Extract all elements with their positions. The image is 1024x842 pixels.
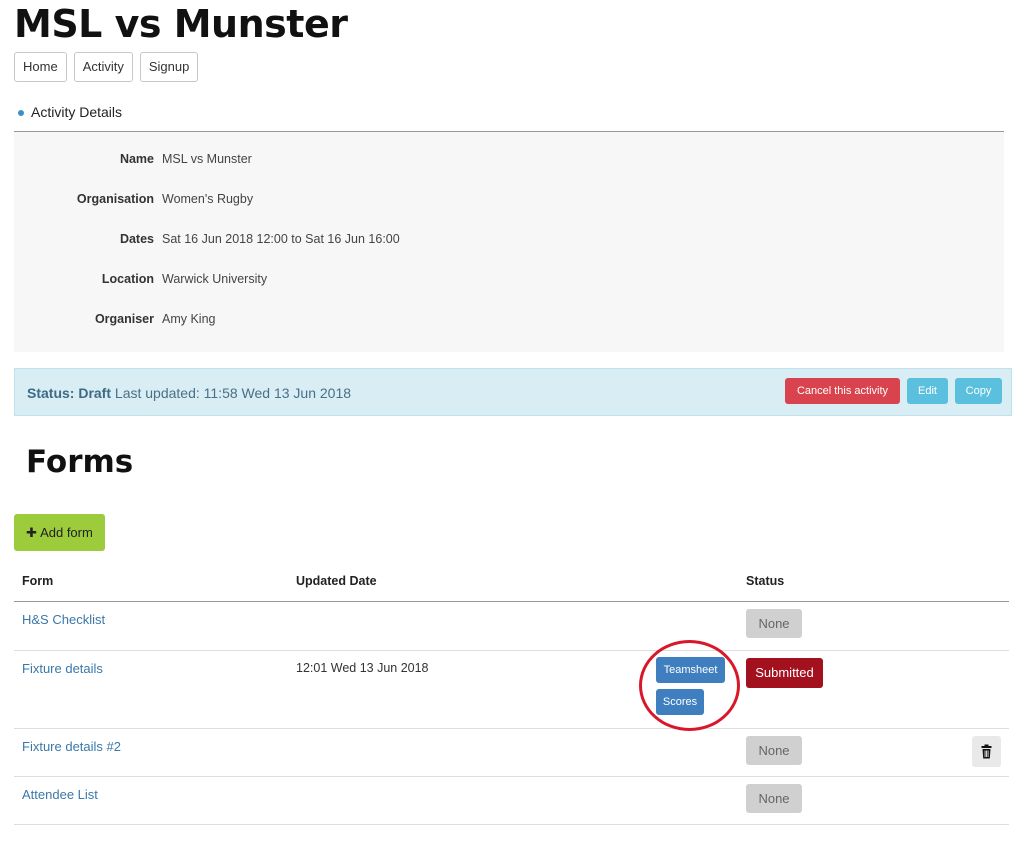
detail-label: Location bbox=[101, 272, 154, 286]
table-row: Fixture details 12:01 Wed 13 Jun 2018 Te… bbox=[14, 651, 1009, 729]
nav-home-button[interactable]: Home bbox=[14, 52, 67, 82]
nav-signup-button[interactable]: Signup bbox=[139, 52, 199, 82]
detail-value: MSL vs Munster bbox=[162, 152, 252, 166]
table-row: Attendee List None bbox=[14, 777, 1009, 825]
bullet-icon bbox=[18, 109, 24, 116]
detail-label: Name bbox=[119, 152, 154, 166]
detail-value: Amy King bbox=[162, 312, 216, 326]
detail-row-organiser: Organiser Amy King bbox=[14, 312, 1004, 332]
teamsheet-button[interactable]: Teamsheet bbox=[656, 657, 725, 683]
detail-row-location: Location Warwick University bbox=[14, 272, 1004, 292]
detail-value: Sat 16 Jun 2018 12:00 to Sat 16 Jun 16:0… bbox=[162, 232, 400, 246]
copy-button[interactable]: Copy bbox=[955, 378, 1002, 404]
status-badge: None bbox=[746, 784, 802, 813]
forms-title: Forms bbox=[26, 444, 134, 480]
status-badge: Submitted bbox=[746, 658, 823, 688]
form-link[interactable]: Fixture details bbox=[22, 661, 103, 676]
detail-row-name: Name MSL vs Munster bbox=[14, 152, 1004, 172]
add-form-label: Add form bbox=[40, 525, 93, 540]
cancel-activity-button[interactable]: Cancel this activity bbox=[785, 378, 900, 404]
column-header-form: Form bbox=[22, 574, 54, 588]
status-label: Status: Draft bbox=[27, 385, 112, 401]
updated-date: 12:01 Wed 13 Jun 2018 bbox=[296, 661, 429, 675]
column-header-status: Status bbox=[746, 574, 785, 588]
nav-bar: Home Activity Signup bbox=[14, 52, 199, 82]
status-text: Status: Draft Last updated: 11:58 Wed 13… bbox=[27, 385, 351, 401]
table-row: Fixture details #2 None bbox=[14, 729, 1009, 777]
detail-label: Organiser bbox=[94, 312, 154, 326]
detail-value: Women's Rugby bbox=[162, 192, 254, 206]
form-link[interactable]: Fixture details #2 bbox=[22, 739, 121, 754]
scores-button[interactable]: Scores bbox=[656, 689, 704, 715]
form-link[interactable]: Attendee List bbox=[22, 787, 98, 802]
edit-button[interactable]: Edit bbox=[907, 378, 948, 404]
activity-details-heading[interactable]: Activity Details bbox=[14, 104, 1004, 132]
status-bar: Status: Draft Last updated: 11:58 Wed 13… bbox=[14, 368, 1012, 416]
column-header-updated: Updated Date bbox=[296, 574, 377, 588]
trash-icon bbox=[981, 744, 992, 759]
page-title: MSL vs Munster bbox=[14, 2, 348, 46]
status-badge: None bbox=[746, 736, 802, 765]
detail-label: Organisation bbox=[76, 192, 154, 206]
detail-value: Warwick University bbox=[162, 272, 268, 286]
nav-activity-button[interactable]: Activity bbox=[73, 52, 133, 82]
detail-label: Dates bbox=[119, 232, 154, 246]
last-updated-text: Last updated: 11:58 Wed 13 Jun 2018 bbox=[114, 385, 352, 401]
activity-details-label: Activity Details bbox=[31, 104, 123, 120]
detail-row-organisation: Organisation Women's Rugby bbox=[14, 192, 1004, 212]
detail-row-dates: Dates Sat 16 Jun 2018 12:00 to Sat 16 Ju… bbox=[14, 232, 1004, 252]
status-badge: None bbox=[746, 609, 802, 638]
table-row: H&S Checklist None bbox=[14, 602, 1009, 651]
plus-icon: ✚ bbox=[26, 525, 38, 540]
form-link[interactable]: H&S Checklist bbox=[22, 612, 105, 627]
add-form-button[interactable]: ✚ Add form bbox=[14, 514, 105, 551]
delete-button[interactable] bbox=[972, 736, 1001, 767]
activity-details-panel: Name MSL vs Munster Organisation Women's… bbox=[14, 132, 1004, 352]
